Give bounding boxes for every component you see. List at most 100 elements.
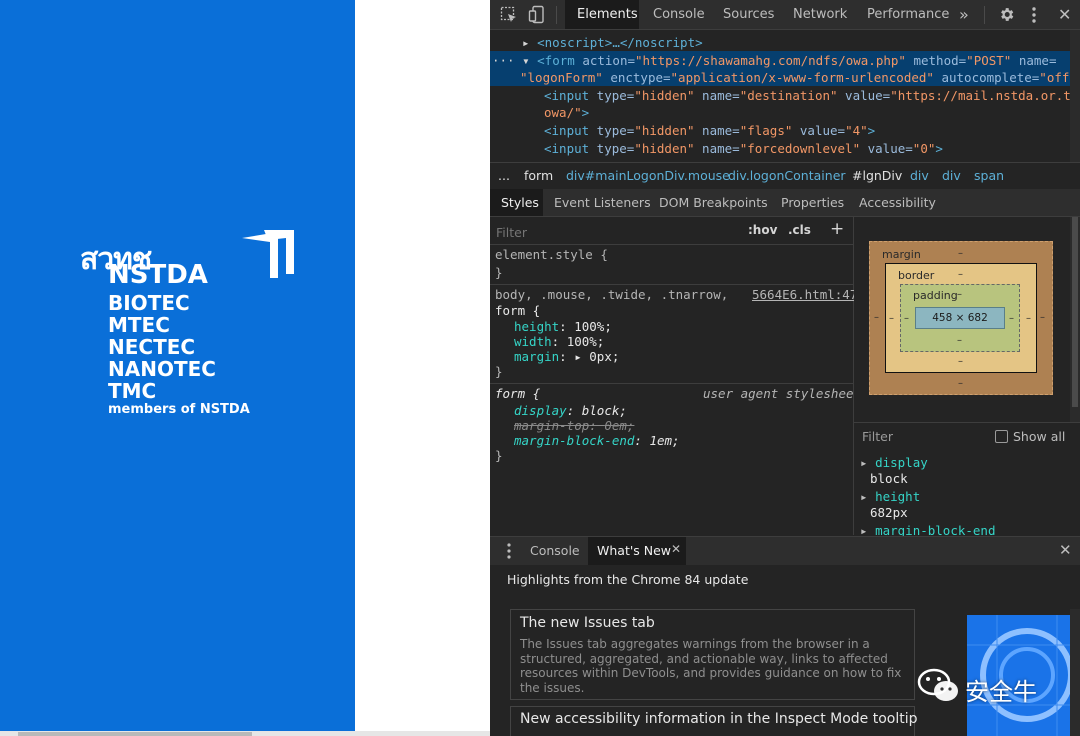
styles-sep-0 — [490, 244, 853, 245]
subtab-event-listeners[interactable]: Event Listeners — [554, 189, 651, 216]
dom-node-input-destination-cont[interactable]: owa/"> — [544, 104, 589, 122]
computed-item-height[interactable]: ▸ height 682px — [860, 489, 920, 521]
close-devtools-icon[interactable]: ✕ — [1058, 0, 1071, 29]
box-scrollbar-thumb[interactable] — [1072, 217, 1078, 407]
settings-gear-icon[interactable] — [998, 6, 1015, 23]
box-margin-top-value: – — [958, 248, 963, 259]
drawer-tab-console[interactable]: Console — [530, 543, 580, 558]
drawer-close-icon[interactable]: ✕ — [1059, 541, 1072, 559]
breadcrumb-div-2[interactable]: div — [942, 163, 961, 189]
rule2-close: } — [495, 448, 503, 463]
tab-console[interactable]: Console — [653, 0, 705, 29]
members-caption: members of NSTDA — [108, 402, 250, 417]
breadcrumb-ellipsis[interactable]: ... — [498, 163, 510, 189]
box-content[interactable]: 458 × 682 — [915, 307, 1005, 329]
card-accessibility-title: New accessibility information in the Ins… — [520, 711, 918, 727]
breadcrumb-lgndiv[interactable]: #lgnDiv — [852, 163, 902, 189]
computed-value-height: 682px — [870, 505, 908, 520]
box-padding-label: padding — [913, 289, 958, 302]
computed-filter-input[interactable]: Filter — [862, 429, 893, 444]
member-mtec: MTEC — [108, 313, 170, 337]
dom-node-input-flags[interactable]: <input type="hidden" name="flags" value=… — [544, 122, 875, 140]
breadcrumb-form[interactable]: form — [524, 163, 553, 189]
device-toolbar-icon[interactable] — [528, 5, 546, 25]
tab-performance[interactable]: Performance — [867, 0, 949, 29]
box-border[interactable]: border – – – – padding – – – – 458 × 682 — [885, 263, 1037, 373]
dom-tree: ▸ <noscript>…</noscript> ··· ▾ <form act… — [490, 30, 1080, 162]
subtab-dom-breakpoints[interactable]: DOM Breakpoints — [659, 189, 768, 216]
breadcrumb-logoncontainer[interactable]: div.logonContainer — [728, 163, 846, 189]
box-padding[interactable]: padding – – – – 458 × 682 — [900, 284, 1020, 352]
breadcrumb: ... form div#mainLogonDiv.mouse div.logo… — [490, 162, 1080, 190]
card-issues-body: The Issues tab aggregates warnings from … — [520, 637, 902, 695]
box-padding-left-value: – — [904, 313, 909, 324]
dom-node-input-destination[interactable]: <input type="hidden" name="destination" … — [544, 87, 1080, 105]
subtab-properties[interactable]: Properties — [781, 189, 844, 216]
hov-toggle[interactable]: :hov — [748, 223, 777, 237]
logo-nstda-text: NSTDA — [108, 260, 208, 290]
cls-toggle[interactable]: .cls — [788, 223, 811, 237]
more-tabs-icon[interactable]: » — [959, 0, 969, 29]
box-model: margin – – – – border – – – – padding – … — [854, 217, 1080, 422]
dom-node-form[interactable]: ··· ▾ <form action="https://shawamahg.co… — [492, 52, 1056, 70]
page-whitespace — [355, 0, 490, 736]
box-border-right-value: – — [1026, 313, 1031, 324]
box-padding-bottom-value: – — [957, 335, 962, 346]
box-border-label: border — [898, 269, 935, 282]
show-all-checkbox[interactable] — [995, 430, 1008, 443]
dom-node-input-forcedownlevel[interactable]: <input type="hidden" name="forcedownleve… — [544, 140, 943, 158]
box-padding-right-value: – — [1009, 313, 1014, 324]
tab-elements[interactable]: Elements — [577, 0, 638, 29]
login-page-background: สวทช NSTDA BIOTEC MTEC NECTEC NANOTEC TM… — [0, 0, 355, 731]
member-nanotec: NANOTEC — [108, 357, 216, 381]
wechat-logo-icon — [917, 668, 958, 701]
computed-item-display[interactable]: ▸ display block — [860, 455, 928, 487]
dom-node-noscript[interactable]: ▸ <noscript>…</noscript> — [522, 34, 703, 52]
whatsnew-card-accessibility[interactable]: New accessibility information in the Ins… — [510, 706, 918, 736]
subtab-styles[interactable]: Styles — [501, 189, 539, 216]
breadcrumb-div-1[interactable]: div — [910, 163, 929, 189]
rule2-selector[interactable]: form { — [495, 385, 540, 403]
kebab-menu-icon[interactable] — [1031, 7, 1037, 23]
box-content-size: 458 × 682 — [932, 312, 988, 324]
scrollbar-thumb[interactable] — [18, 732, 252, 736]
styles-subtabs: Styles Event Listeners DOM Breakpoints P… — [490, 189, 1080, 217]
toolbar-divider-2 — [984, 6, 985, 24]
breadcrumb-span[interactable]: span — [974, 163, 1004, 189]
drawer-tab-close-icon[interactable]: ✕ — [671, 542, 681, 556]
show-all-label[interactable]: Show all — [1013, 429, 1065, 444]
tab-sources[interactable]: Sources — [723, 0, 774, 29]
rule1-close: } — [495, 364, 503, 379]
breadcrumb-mainlogondiv[interactable]: div#mainLogonDiv.mouse — [566, 163, 730, 189]
drawer-tab-whatsnew[interactable]: What's New — [597, 543, 671, 558]
box-border-top-value: – — [958, 269, 963, 280]
whatsnew-highlights: Highlights from the Chrome 84 update — [507, 572, 749, 587]
box-margin-left-value: – — [874, 312, 879, 323]
rule1-source-link[interactable]: 5664E6.html:47 — [752, 286, 857, 304]
tab-network[interactable]: Network — [793, 0, 847, 29]
inspect-element-icon[interactable] — [500, 6, 518, 24]
whatsnew-scrollbar[interactable] — [1070, 609, 1080, 736]
styles-sep-2 — [490, 383, 853, 384]
whatsnew-card-issues[interactable]: The new Issues tab The Issues tab aggreg… — [510, 609, 915, 700]
whatsnew-pane: Highlights from the Chrome 84 update The… — [490, 565, 1080, 736]
member-nectec: NECTEC — [108, 335, 196, 359]
element-style-rule[interactable]: element.style { — [495, 246, 608, 264]
element-style-close: } — [495, 265, 503, 280]
new-rule-button[interactable]: + — [830, 219, 844, 239]
styles-filter-input[interactable] — [494, 221, 736, 243]
drawer-menu-icon[interactable] — [506, 543, 512, 559]
watermark-text: 安全牛 — [965, 678, 1037, 706]
member-biotec: BIOTEC — [108, 291, 190, 315]
subtab-accessibility[interactable]: Accessibility — [859, 189, 936, 216]
rule2-source: user agent stylesheet — [703, 386, 862, 401]
styles-sep-1 — [490, 284, 853, 285]
box-margin[interactable]: margin – – – – border – – – – padding – … — [869, 241, 1053, 395]
computed-pane: Filter Show all ▸ display block ▸ height… — [854, 422, 1080, 538]
dom-scrollbar[interactable] — [1070, 30, 1080, 162]
card-issues-title: The new Issues tab — [520, 615, 655, 631]
rule2-prop-margin-block-end[interactable]: margin-block-end: 1em; — [514, 432, 680, 450]
member-tmc: TMC — [108, 379, 157, 403]
rule1-prop-margin[interactable]: margin: ▸ 0px; — [514, 348, 619, 366]
dom-node-form-cont[interactable]: "logonForm" enctype="application/x-www-f… — [520, 69, 1080, 87]
